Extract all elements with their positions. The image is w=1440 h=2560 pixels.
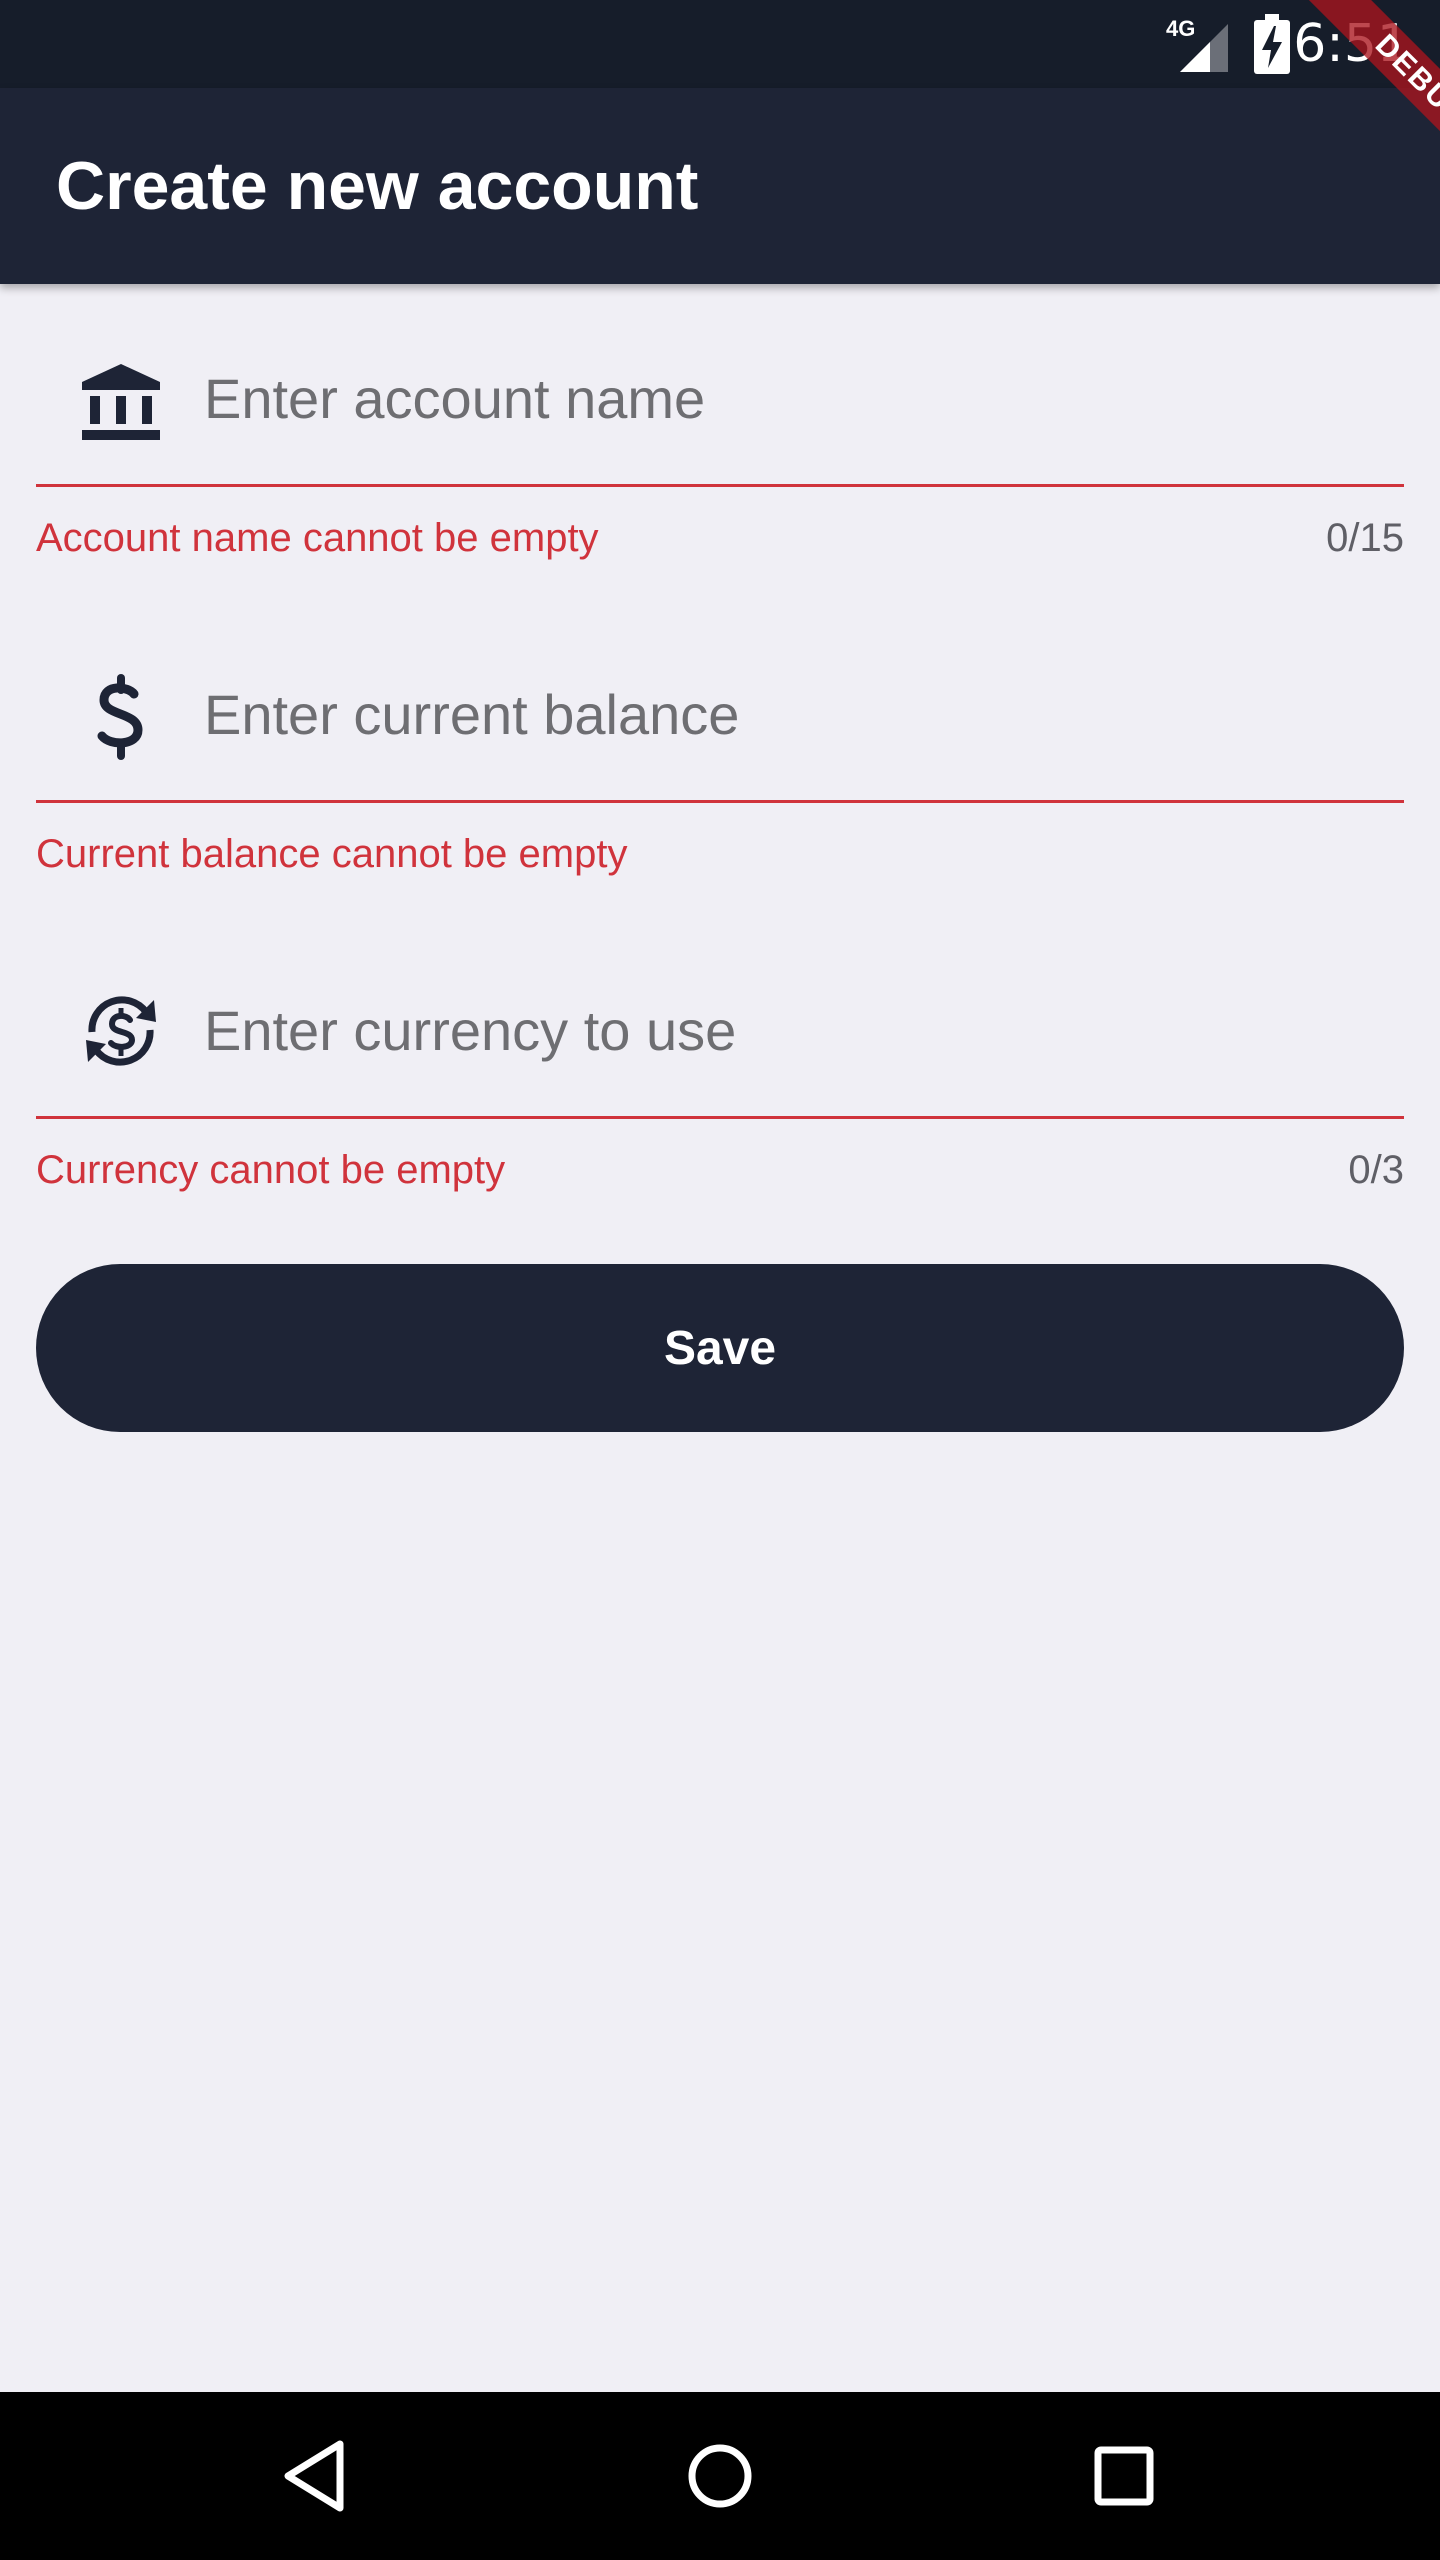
account-name-counter: 0/15	[1326, 516, 1404, 560]
dollar-icon	[97, 674, 143, 760]
save-button[interactable]: Save	[36, 1264, 1404, 1432]
balance-underline	[36, 800, 1404, 803]
bank-icon	[82, 364, 160, 440]
app-bar: Create new account	[0, 88, 1440, 284]
currency-field: Currency cannot be empty 0/3	[36, 988, 1404, 1208]
status-time: 6:51	[1293, 14, 1410, 74]
account-name-underline	[36, 484, 1404, 487]
currency-counter: 0/3	[1348, 1148, 1404, 1192]
currency-exchange-icon	[86, 996, 156, 1066]
balance-input[interactable]	[204, 674, 1384, 754]
status-bar: 4G 6:51	[0, 0, 1440, 88]
home-circle-icon[interactable]	[672, 2428, 768, 2524]
balance-error: Current balance cannot be empty	[36, 832, 628, 876]
balance-field: Current balance cannot be empty	[36, 672, 1404, 892]
currency-error: Currency cannot be empty	[36, 1148, 506, 1192]
currency-input[interactable]	[204, 990, 1384, 1070]
navigation-bar	[0, 2392, 1440, 2560]
battery-charging-icon	[1254, 14, 1290, 74]
account-name-error: Account name cannot be empty	[36, 516, 599, 560]
signal-icon	[1180, 24, 1228, 72]
currency-underline	[36, 1116, 1404, 1119]
account-name-field: Account name cannot be empty 0/15	[36, 356, 1404, 576]
account-name-input[interactable]	[204, 358, 1384, 438]
recents-square-icon[interactable]	[1076, 2428, 1172, 2524]
page-title: Create new account	[56, 148, 699, 224]
back-triangle-icon[interactable]	[268, 2428, 364, 2524]
